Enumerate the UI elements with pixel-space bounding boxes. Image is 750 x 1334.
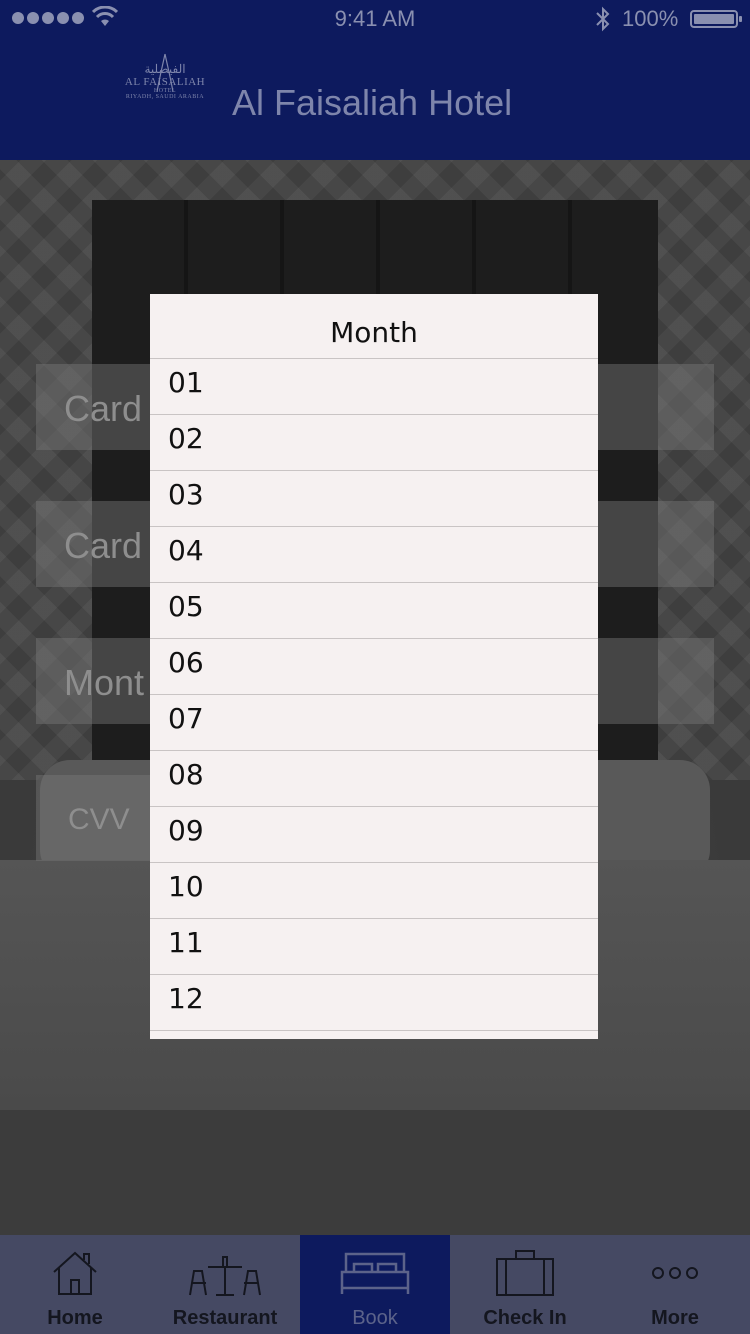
picker-option[interactable]: 07 bbox=[150, 695, 598, 751]
tab-bar: Home Restaurant Book Check In More bbox=[0, 1235, 750, 1334]
picker-title: Month bbox=[150, 294, 598, 359]
picker-option[interactable]: 09 bbox=[150, 807, 598, 863]
tab-check-in[interactable]: Check In bbox=[450, 1235, 600, 1334]
battery-percent: 100% bbox=[622, 6, 679, 31]
bluetooth-icon bbox=[596, 6, 610, 32]
picker-option[interactable]: 11 bbox=[150, 919, 598, 975]
restaurant-icon bbox=[150, 1247, 300, 1299]
picker-option[interactable]: 12 bbox=[150, 975, 598, 1031]
tab-restaurant[interactable]: Restaurant bbox=[150, 1235, 300, 1334]
status-bar: 9:41 AM 100% bbox=[0, 0, 750, 40]
picker-option[interactable]: 03 bbox=[150, 471, 598, 527]
app-header: 9:41 AM 100% الفيصلية AL FAISALIAH HOTEL… bbox=[0, 0, 750, 160]
tab-label: Check In bbox=[483, 1307, 567, 1329]
picker-option[interactable]: 01 bbox=[150, 359, 598, 415]
tab-more[interactable]: More bbox=[600, 1235, 750, 1334]
logo-location: RIYADH, SAUDI ARABIA bbox=[125, 94, 205, 100]
page-title: Al Faisaliah Hotel bbox=[232, 82, 513, 123]
tab-label: Book bbox=[352, 1307, 398, 1329]
field-label: Card bbox=[64, 388, 143, 429]
suitcase-icon bbox=[450, 1247, 600, 1299]
picker-option[interactable]: 08 bbox=[150, 751, 598, 807]
picker-option[interactable]: 10 bbox=[150, 863, 598, 919]
field-label: Card bbox=[64, 525, 143, 566]
logo-arabic: الفيصلية bbox=[144, 62, 186, 76]
home-icon bbox=[0, 1247, 150, 1299]
cvv-field[interactable]: CVV bbox=[36, 775, 166, 861]
tab-label: Restaurant bbox=[172, 1307, 278, 1329]
hotel-logo: الفيصلية AL FAISALIAH HOTEL RIYADH, SAUD… bbox=[120, 52, 210, 148]
picker-option[interactable]: 02 bbox=[150, 415, 598, 471]
logo-name: AL FAISALIAH bbox=[124, 76, 206, 88]
more-icon bbox=[600, 1247, 750, 1299]
tab-book[interactable]: Book bbox=[300, 1235, 450, 1334]
battery-icon bbox=[690, 10, 742, 28]
month-picker: Month 01 02 03 04 05 06 07 08 09 10 11 1… bbox=[150, 294, 598, 1039]
tab-label: More bbox=[651, 1307, 699, 1329]
field-label: Mont bbox=[64, 662, 145, 703]
tab-home[interactable]: Home bbox=[0, 1235, 150, 1334]
field-label: CVV bbox=[68, 803, 130, 836]
tab-label: Home bbox=[47, 1307, 103, 1329]
floor bbox=[0, 1110, 750, 1235]
picker-option[interactable]: 05 bbox=[150, 583, 598, 639]
bed-icon bbox=[300, 1247, 450, 1299]
picker-option[interactable]: 06 bbox=[150, 639, 598, 695]
picker-option[interactable]: 04 bbox=[150, 527, 598, 583]
